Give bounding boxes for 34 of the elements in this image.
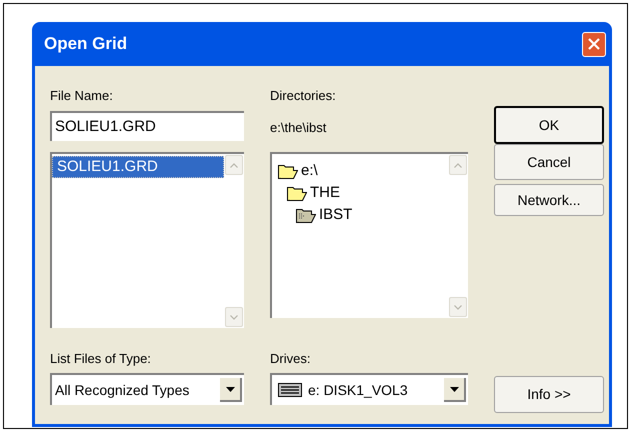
directory-item[interactable]: IBST — [319, 204, 352, 226]
scroll-up-button[interactable] — [225, 155, 243, 175]
close-button[interactable] — [582, 32, 606, 56]
directory-item[interactable]: THE — [310, 182, 340, 204]
window-title: Open Grid — [44, 33, 128, 56]
drive-icon — [278, 383, 302, 397]
dialog-button[interactable]: Cancel — [494, 144, 604, 180]
chevron-down-icon — [454, 304, 462, 310]
dropdown-button[interactable] — [444, 378, 466, 402]
chevron-up-icon — [454, 162, 462, 168]
field-label: Directories: — [270, 88, 337, 104]
file-item[interactable]: SOLIEU1.GRD — [52, 156, 224, 178]
dialog-button[interactable]: OK — [494, 106, 604, 144]
file-name-field[interactable]: SOLIEU1.GRD — [50, 111, 244, 141]
info-button[interactable]: Info >> — [494, 376, 604, 413]
directory-list[interactable]: e:\ THE IBST — [270, 152, 468, 318]
chevron-down-icon — [230, 314, 238, 320]
file-list[interactable]: SOLIEU1.GRD — [50, 152, 244, 328]
caret-icon — [226, 386, 234, 392]
directory-item[interactable]: e:\ — [301, 160, 318, 182]
field-label: Drives: — [270, 351, 312, 367]
scroll-up-button[interactable] — [449, 155, 467, 175]
caret-icon — [450, 386, 458, 392]
close-icon — [588, 38, 600, 50]
chevron-up-icon — [230, 162, 238, 168]
field-label: File Name: — [50, 88, 114, 104]
directory-path: e:\the\ibst — [270, 120, 328, 136]
scroll-down-button[interactable] — [449, 297, 467, 317]
scroll-down-button[interactable] — [225, 307, 243, 327]
drive-dropdown[interactable]: e: DISK1_VOL3 — [270, 373, 468, 405]
dialog-button[interactable]: Network... — [494, 184, 604, 216]
field-label: List Files of Type: — [50, 351, 152, 367]
dropdown-button[interactable] — [220, 378, 242, 402]
file-type-dropdown[interactable]: All Recognized Types — [50, 373, 244, 405]
